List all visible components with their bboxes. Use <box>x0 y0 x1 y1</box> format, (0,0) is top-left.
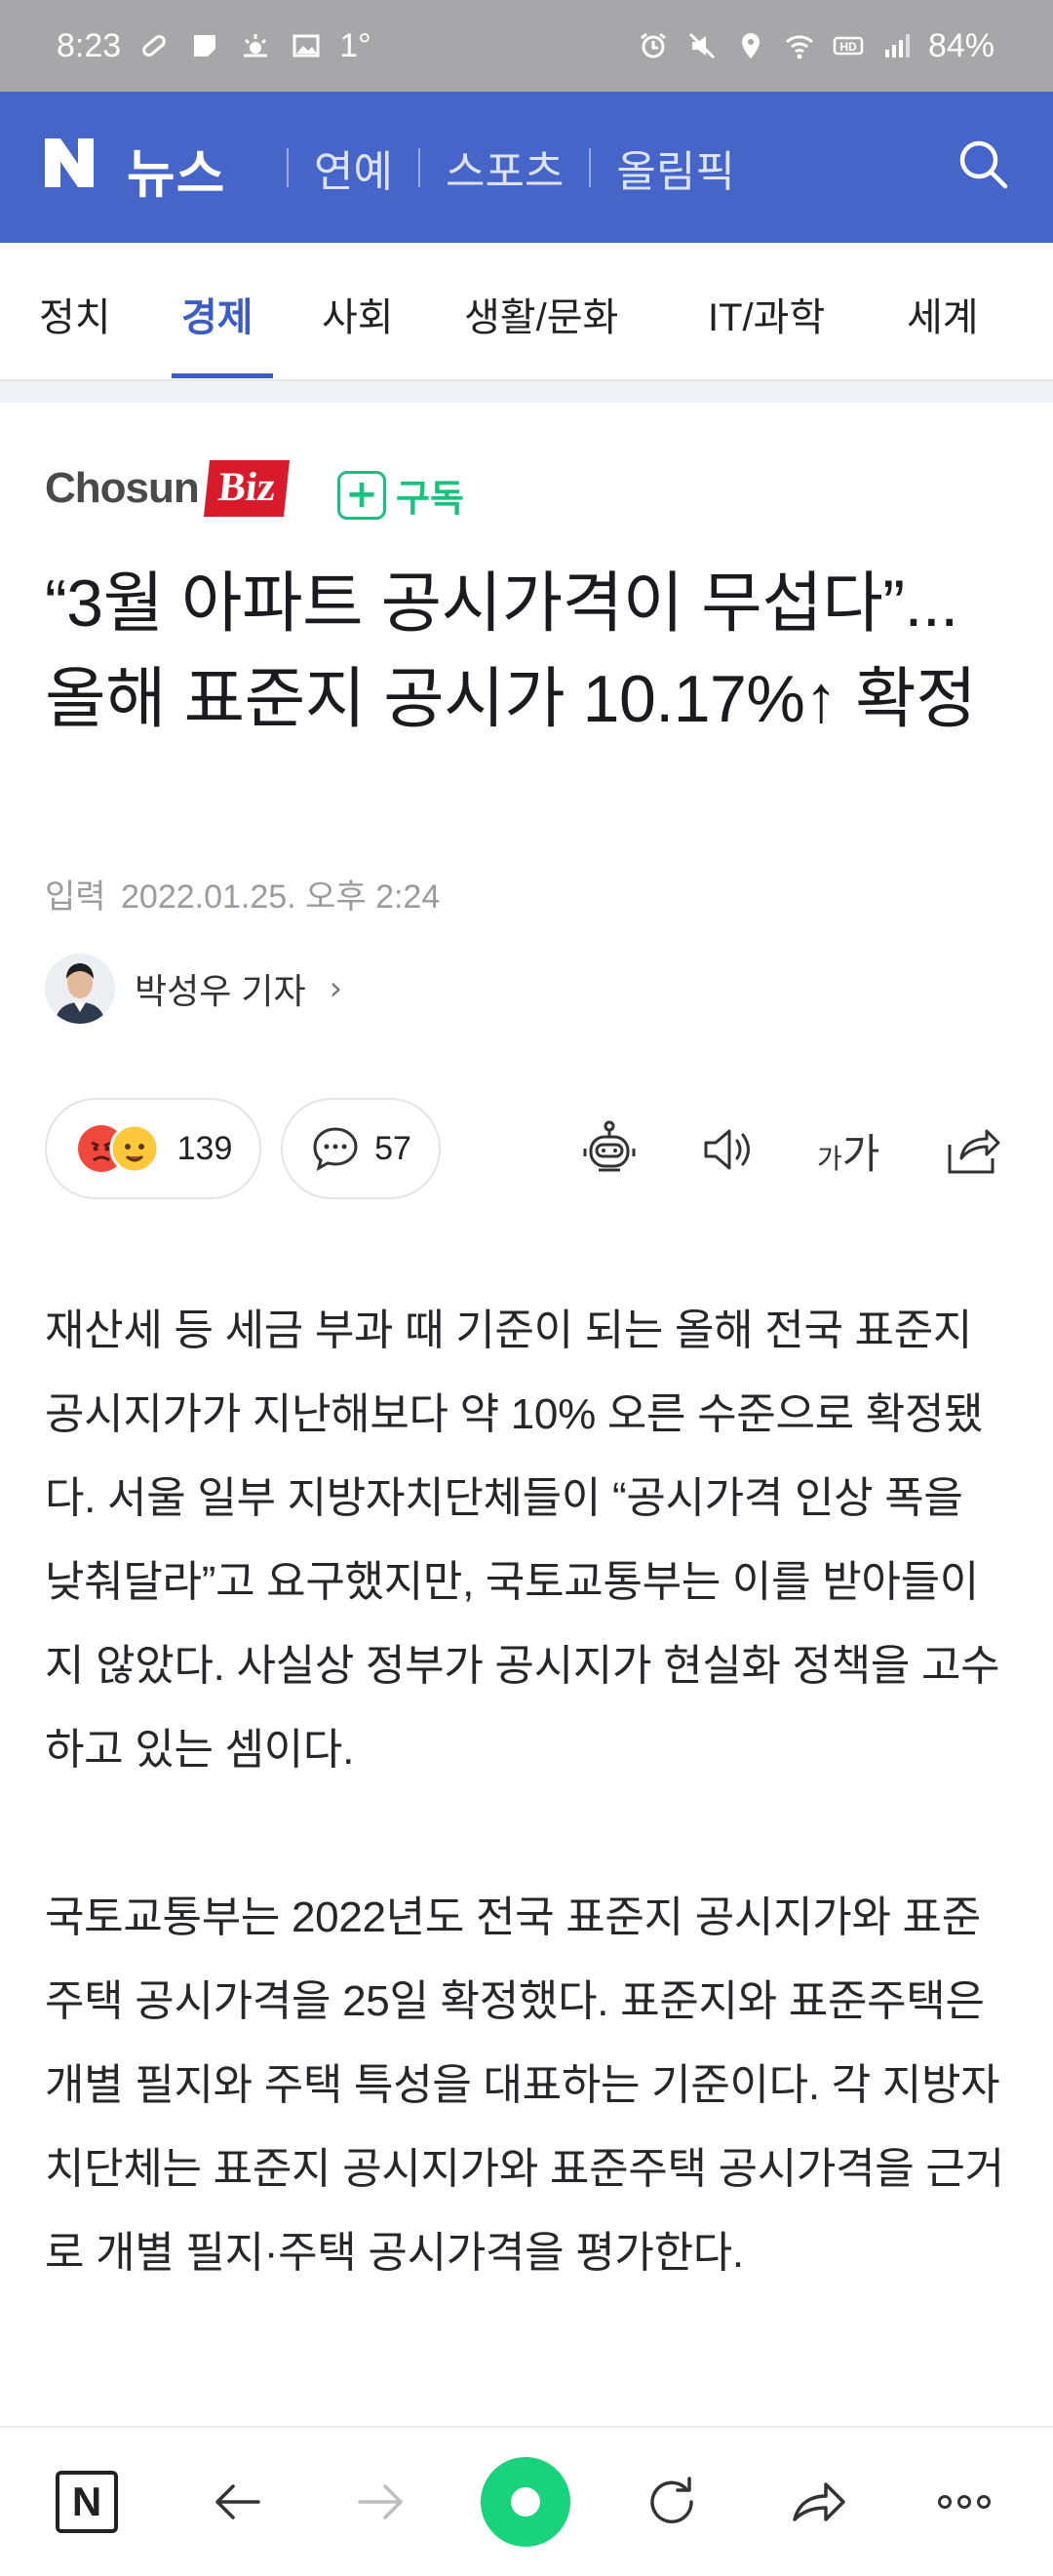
reaction-emoji-icon <box>77 1123 160 1174</box>
naver-logo-icon[interactable] <box>41 135 98 191</box>
tab-economy[interactable]: 경제 <box>181 286 254 342</box>
top-nav: 연예 스포츠 올림픽 <box>261 137 735 199</box>
font-size-small-label: 가 <box>817 1144 842 1174</box>
hd-icon: HD <box>831 28 866 63</box>
svg-text:HD: HD <box>839 40 857 54</box>
speaker-icon[interactable] <box>696 1117 760 1182</box>
press-logo-text: Chosun <box>45 464 200 512</box>
date-value: 2022.01.25. 오후 2:24 <box>121 878 441 916</box>
note-icon <box>187 28 222 63</box>
section-divider <box>0 381 1053 403</box>
tab-life-culture[interactable]: 생활/문화 <box>464 286 618 342</box>
alarm-icon <box>636 28 671 63</box>
article-dateline: 입력 2022.01.25. 오후 2:24 <box>45 870 440 917</box>
press-logo-badge: Biz <box>203 460 291 517</box>
nav-item-entertainment[interactable]: 연예 <box>314 137 393 199</box>
nav-separator <box>417 148 420 187</box>
reaction-button[interactable]: 139 <box>45 1098 261 1199</box>
wifi-icon <box>782 28 817 63</box>
category-tabs: 정치 경제 사회 생활/문화 IT/과학 세계 <box>0 243 1053 381</box>
nav-item-olympics[interactable]: 올림픽 <box>616 137 734 199</box>
more-icon[interactable] <box>911 2428 1018 2576</box>
forward-icon[interactable] <box>328 2428 435 2576</box>
status-temperature: 1° <box>339 26 371 64</box>
nav-separator <box>589 148 592 187</box>
green-dot-icon[interactable] <box>472 2428 579 2576</box>
top-bar: 뉴스 연예 스포츠 올림픽 <box>0 92 1053 243</box>
date-label: 입력 <box>45 878 106 916</box>
back-icon[interactable] <box>183 2428 291 2576</box>
bottom-toolbar: N <box>0 2426 1053 2576</box>
tab-society[interactable]: 사회 <box>322 286 394 342</box>
weather-icon <box>238 28 273 63</box>
reaction-count: 139 <box>176 1129 233 1167</box>
nav-separator <box>287 148 289 187</box>
location-icon <box>733 28 768 63</box>
naver-home-icon[interactable]: N <box>33 2428 140 2576</box>
share-icon[interactable] <box>940 1117 1004 1182</box>
reporter-avatar <box>45 954 115 1024</box>
status-time: 8:23 <box>57 26 122 64</box>
tab-it-science[interactable]: IT/과학 <box>708 286 825 342</box>
tab-world[interactable]: 세계 <box>907 286 979 342</box>
tab-politics[interactable]: 정치 <box>39 286 111 342</box>
article-paragraph: 재산세 등 세금 부과 때 기준이 되는 올해 전국 표준지 공시지가가 지난해… <box>45 1307 1000 1774</box>
status-battery: 84% <box>927 26 994 64</box>
comment-count: 57 <box>374 1129 411 1167</box>
mute-icon <box>684 28 720 63</box>
gallery-icon <box>289 28 324 63</box>
search-icon[interactable] <box>954 135 1012 193</box>
plus-icon: + <box>337 470 386 520</box>
font-size-button[interactable]: 가가 <box>817 1121 879 1181</box>
press-logo[interactable]: Chosun Biz <box>45 445 291 532</box>
active-tab-underline <box>172 373 273 378</box>
pill-icon <box>136 28 172 63</box>
refresh-icon[interactable] <box>618 2428 725 2576</box>
reporter-link[interactable]: 박성우 기자 › <box>45 954 342 1024</box>
chevron-right-icon: › <box>329 969 343 1008</box>
comment-icon <box>313 1127 358 1171</box>
reporter-name: 박성우 기자 <box>135 971 306 1011</box>
status-bar: 8:23 1° HD 84% <box>0 0 1053 92</box>
robot-summary-icon[interactable] <box>577 1117 642 1182</box>
share-forward-icon[interactable] <box>764 2428 872 2576</box>
news-brand-title[interactable]: 뉴스 <box>127 131 225 208</box>
nav-item-sports[interactable]: 스포츠 <box>446 137 564 199</box>
subscribe-button[interactable]: + 구독 <box>337 468 464 522</box>
article-paragraph: 국토교통부는 2022년도 전국 표준지 공시지가와 표준주택 공시가격을 25… <box>45 1893 1004 2277</box>
subscribe-label: 구독 <box>396 479 464 520</box>
comment-button[interactable]: 57 <box>281 1098 441 1199</box>
font-size-big-label: 가 <box>841 1131 880 1177</box>
article-headline: “3월 아파트 공시가격이 무섭다”... 올해 표준지 공시가 10.17%↑… <box>45 566 977 736</box>
article-body: 재산세 등 세금 부과 때 기준이 되는 올해 전국 표준지 공시지가가 지난해… <box>45 1289 1010 2379</box>
signal-icon <box>879 28 915 63</box>
